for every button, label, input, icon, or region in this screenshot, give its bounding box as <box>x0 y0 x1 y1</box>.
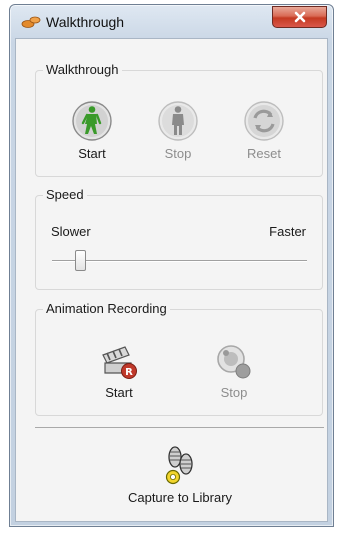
speed-slower-label: Slower <box>51 224 91 239</box>
recording-start-button[interactable]: R Start <box>84 341 154 400</box>
speed-slider-track-highlight <box>52 261 307 262</box>
separator <box>35 427 324 428</box>
person-standing-gray-icon <box>158 101 198 141</box>
animation-recording-group: Animation Recording R Start Stop <box>35 301 323 416</box>
walkthrough-reset-label: Reset <box>247 146 281 161</box>
speed-group-label: Speed <box>43 187 87 202</box>
walkthrough-group-label: Walkthrough <box>43 62 122 77</box>
close-button[interactable] <box>272 6 327 28</box>
walkthrough-reset-button[interactable]: Reset <box>229 100 299 161</box>
recording-start-label: Start <box>105 385 133 400</box>
animation-recording-group-label: Animation Recording <box>43 301 170 316</box>
capture-to-library-button[interactable]: Capture to Library <box>110 442 250 505</box>
capture-to-library-label: Capture to Library <box>127 490 233 505</box>
title-bar[interactable]: Walkthrough <box>10 5 333 39</box>
speed-faster-label: Faster <box>269 224 306 239</box>
walkthrough-stop-button[interactable]: Stop <box>143 100 213 161</box>
close-icon <box>294 11 305 23</box>
reel-stop-gray-icon <box>217 345 251 379</box>
speed-slider-thumb[interactable] <box>74 250 86 271</box>
recording-stop-label: Stop <box>220 385 248 400</box>
footprints-capture-icon <box>165 446 193 485</box>
reset-arrows-gray-icon <box>244 101 284 141</box>
svg-text:R: R <box>125 367 133 378</box>
walkthrough-group: Walkthrough Start Stop Reset <box>35 62 323 177</box>
clapper-record-icon: R <box>102 346 137 379</box>
walking-person-green-icon <box>72 101 112 141</box>
speed-group: Speed Slower Faster <box>35 187 323 290</box>
window-title: Walkthrough <box>46 14 125 30</box>
recording-stop-button[interactable]: Stop <box>199 341 269 400</box>
walkthrough-app-icon <box>21 16 41 28</box>
walkthrough-start-button[interactable]: Start <box>57 100 127 161</box>
walkthrough-stop-label: Stop <box>164 146 192 161</box>
walkthrough-start-label: Start <box>78 146 106 161</box>
